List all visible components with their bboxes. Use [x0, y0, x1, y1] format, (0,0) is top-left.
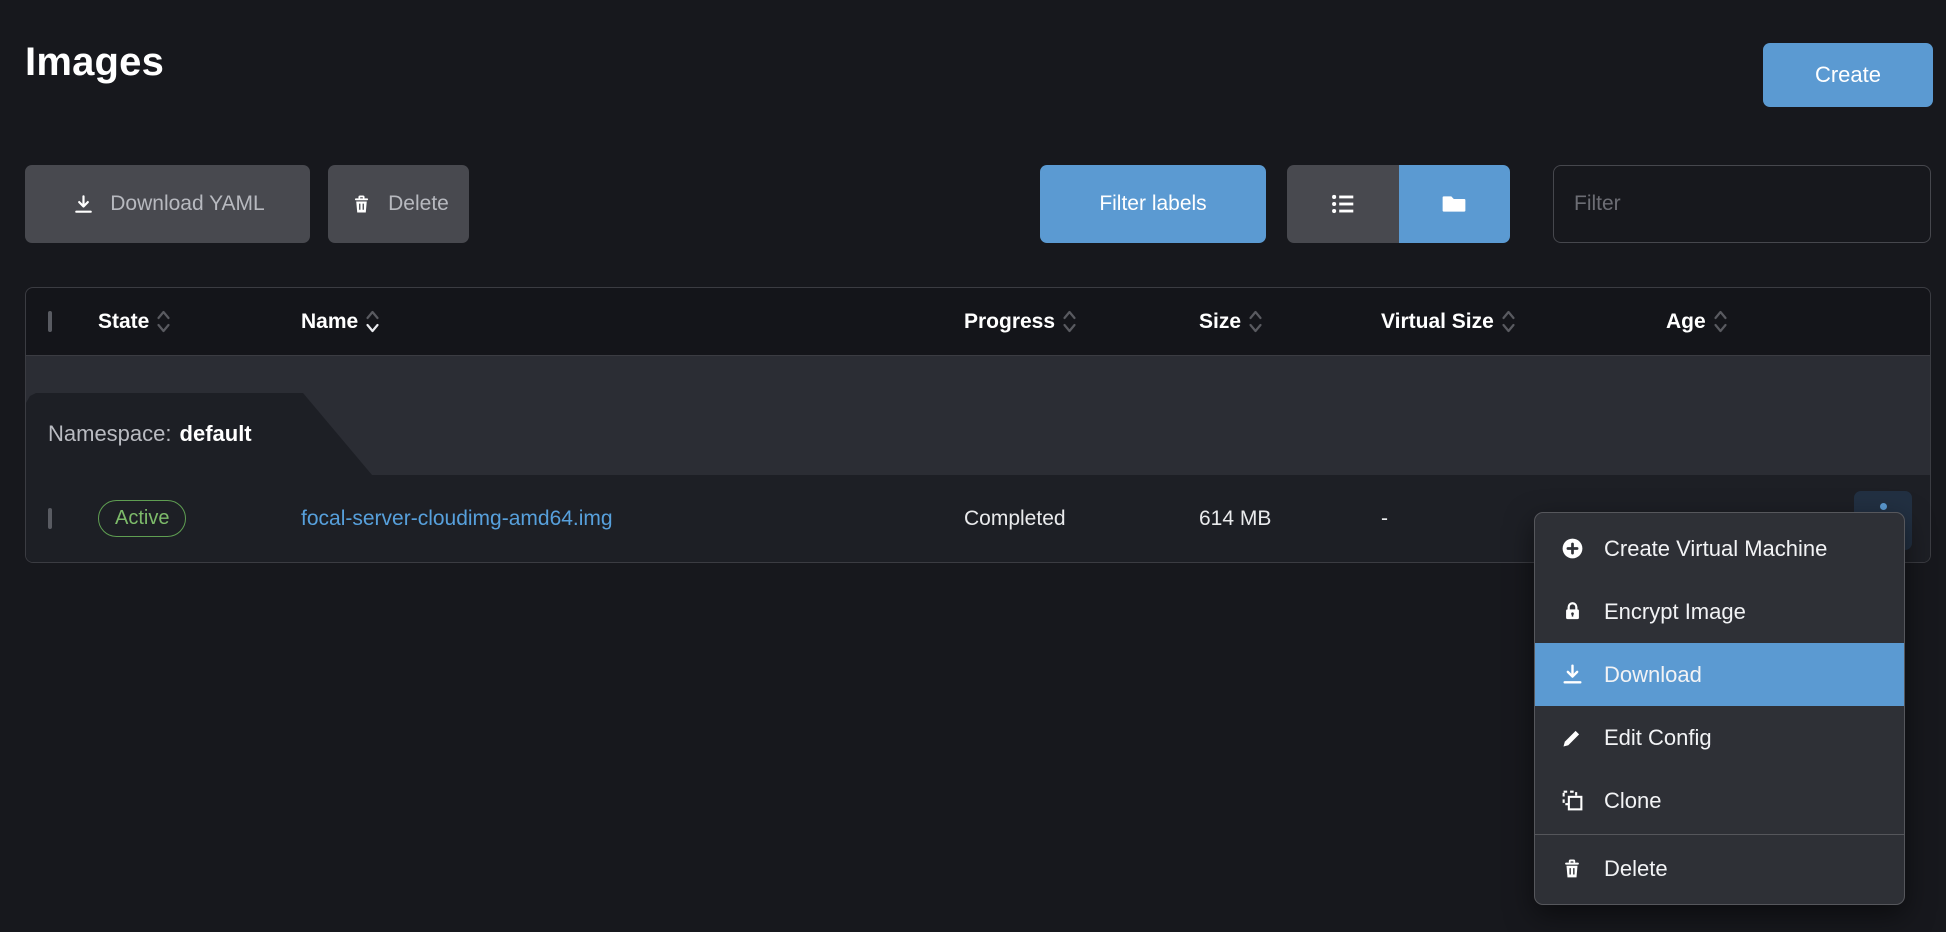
create-button[interactable]: Create: [1763, 43, 1933, 107]
column-label: Size: [1199, 310, 1241, 334]
sort-icon: [365, 308, 380, 335]
column-header-name[interactable]: Name: [301, 308, 964, 335]
clone-icon: [1559, 788, 1585, 813]
column-header-size[interactable]: Size: [1199, 308, 1381, 335]
filter-labels-button[interactable]: Filter labels: [1040, 165, 1266, 243]
menu-item-label: Download: [1604, 662, 1702, 688]
row-checkbox[interactable]: [48, 508, 52, 529]
column-header-age[interactable]: Age: [1666, 308, 1930, 335]
menu-item-download[interactable]: Download: [1535, 643, 1904, 706]
column-header-state[interactable]: State: [98, 308, 301, 335]
column-label: Virtual Size: [1381, 310, 1494, 334]
menu-item-label: Delete: [1604, 856, 1668, 882]
page-title: Images: [25, 40, 164, 85]
download-icon: [70, 193, 96, 216]
plus-circle-icon: [1559, 536, 1585, 561]
delete-label: Delete: [388, 192, 449, 216]
folder-view-button[interactable]: [1399, 165, 1511, 243]
menu-item-clone[interactable]: Clone: [1535, 769, 1904, 832]
namespace-group-row: Namespace: default: [26, 356, 1930, 475]
image-name-link[interactable]: focal-server-cloudimg-amd64.img: [301, 507, 613, 530]
menu-item-encrypt-image[interactable]: Encrypt Image: [1535, 580, 1904, 643]
menu-item-edit-config[interactable]: Edit Config: [1535, 706, 1904, 769]
folder-icon: [1441, 191, 1467, 217]
column-label: Progress: [964, 310, 1055, 334]
column-header-virtual-size[interactable]: Virtual Size: [1381, 308, 1666, 335]
column-header-progress[interactable]: Progress: [964, 308, 1199, 335]
trash-icon: [348, 194, 374, 215]
select-all-checkbox[interactable]: [48, 311, 52, 332]
download-icon: [1559, 662, 1585, 687]
list-view-button[interactable]: [1287, 165, 1399, 243]
size-cell: 614 MB: [1199, 507, 1381, 531]
menu-item-label: Encrypt Image: [1604, 599, 1746, 625]
filter-labels-label: Filter labels: [1099, 192, 1206, 216]
menu-item-label: Clone: [1604, 788, 1661, 814]
download-yaml-label: Download YAML: [110, 192, 264, 216]
column-label: Age: [1666, 310, 1706, 334]
sort-icon: [1248, 308, 1263, 335]
menu-divider: [1535, 834, 1904, 835]
column-label: Name: [301, 310, 358, 334]
progress-cell: Completed: [964, 507, 1199, 531]
lock-icon: [1559, 600, 1585, 623]
menu-item-label: Edit Config: [1604, 725, 1712, 751]
column-label: State: [98, 310, 149, 334]
trash-icon: [1559, 858, 1585, 880]
sort-icon: [1501, 308, 1516, 335]
delete-button[interactable]: Delete: [328, 165, 469, 243]
download-yaml-button[interactable]: Download YAML: [25, 165, 310, 243]
menu-item-label: Create Virtual Machine: [1604, 536, 1827, 562]
list-icon: [1330, 191, 1356, 217]
sort-icon: [1062, 308, 1077, 335]
sort-icon: [1713, 308, 1728, 335]
menu-item-delete[interactable]: Delete: [1535, 837, 1904, 900]
namespace-group-tab: Namespace: default: [26, 393, 372, 475]
menu-item-create-virtual-machine[interactable]: Create Virtual Machine: [1535, 517, 1904, 580]
row-actions-menu: Create Virtual Machine Encrypt Image Dow…: [1534, 512, 1905, 905]
pencil-icon: [1559, 726, 1585, 750]
view-toggle: [1287, 165, 1510, 243]
namespace-value: default: [180, 421, 252, 447]
namespace-label: Namespace:: [48, 421, 172, 447]
filter-input[interactable]: [1553, 165, 1931, 243]
sort-icon: [156, 308, 171, 335]
table-header-row: State Name Progress Size Virtual Size Ag…: [26, 288, 1930, 356]
status-badge: Active: [98, 500, 186, 537]
